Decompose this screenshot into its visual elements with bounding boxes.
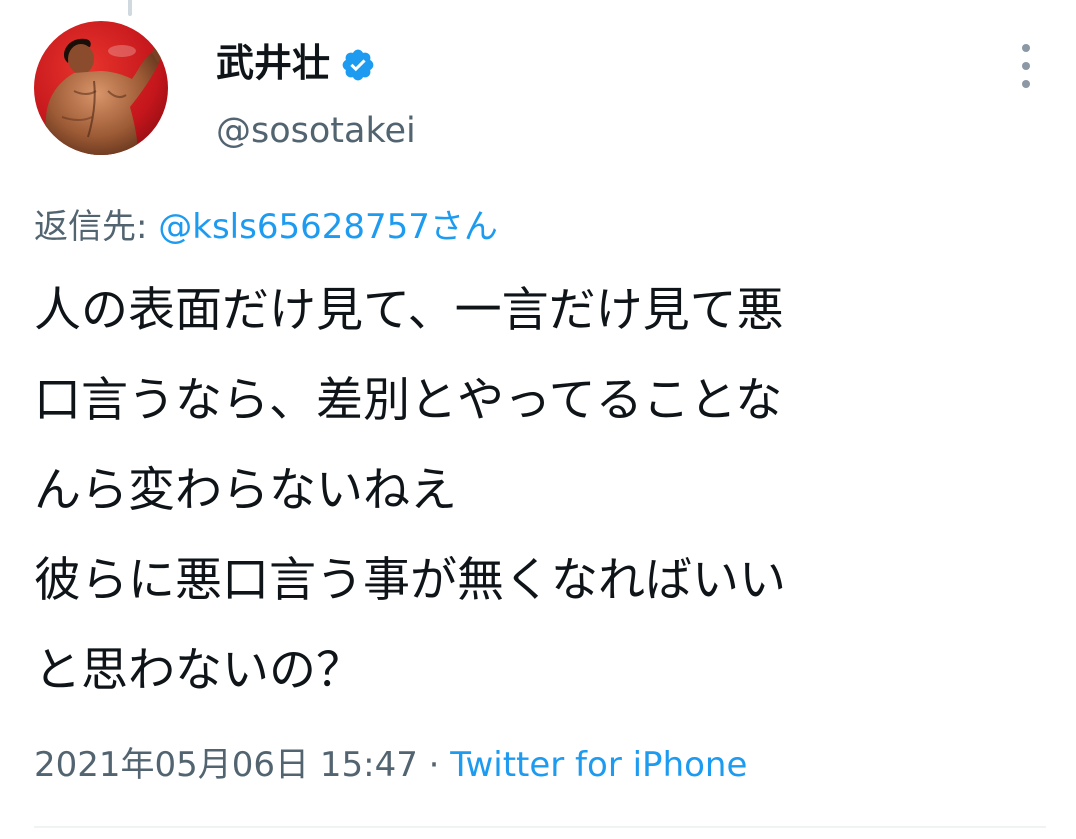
tweet-text: 人の表面だけ見て、一言だけ見て悪 口言うなら、差別とやってることな んら変わらな… [34, 266, 1034, 716]
tweet-timestamp[interactable]: 2021年05月06日 15:47 [34, 745, 418, 785]
tweet-text-line: 人の表面だけ見て、一言だけ見て悪 [34, 283, 784, 338]
tweet-source-link[interactable]: Twitter for iPhone [450, 745, 747, 785]
display-name[interactable]: 武井壮 [216, 38, 376, 88]
reply-to-line: 返信先: @ksls65628757さん [34, 203, 498, 251]
avatar-image [34, 21, 168, 155]
thread-connector-line [128, 0, 132, 16]
reply-prefix: 返信先: [34, 207, 159, 247]
meta-separator: · [417, 745, 451, 785]
tweet-text-line: と思わないの？ [34, 643, 363, 698]
divider [34, 826, 1046, 828]
more-vertical-icon-dot [1022, 62, 1030, 70]
tweet-text-line: 口言うなら、差別とやってることな [34, 373, 783, 428]
more-options-button[interactable] [1006, 44, 1046, 88]
tweet-text-line: んら変わらないねえ [34, 463, 457, 518]
verified-badge-icon [340, 45, 376, 81]
avatar[interactable] [34, 21, 168, 155]
display-name-text: 武井壮 [216, 41, 331, 85]
tweet-text-line: 彼らに悪口言う事が無くなればいい [34, 553, 786, 608]
user-handle[interactable]: @sosotakei [216, 106, 416, 156]
tweet-meta: 2021年05月06日 15:47 · Twitter for iPhone [34, 740, 747, 790]
reply-mention-link[interactable]: @ksls65628757さん [158, 207, 498, 247]
more-vertical-icon [1022, 44, 1030, 52]
more-vertical-icon-dot [1022, 80, 1030, 88]
